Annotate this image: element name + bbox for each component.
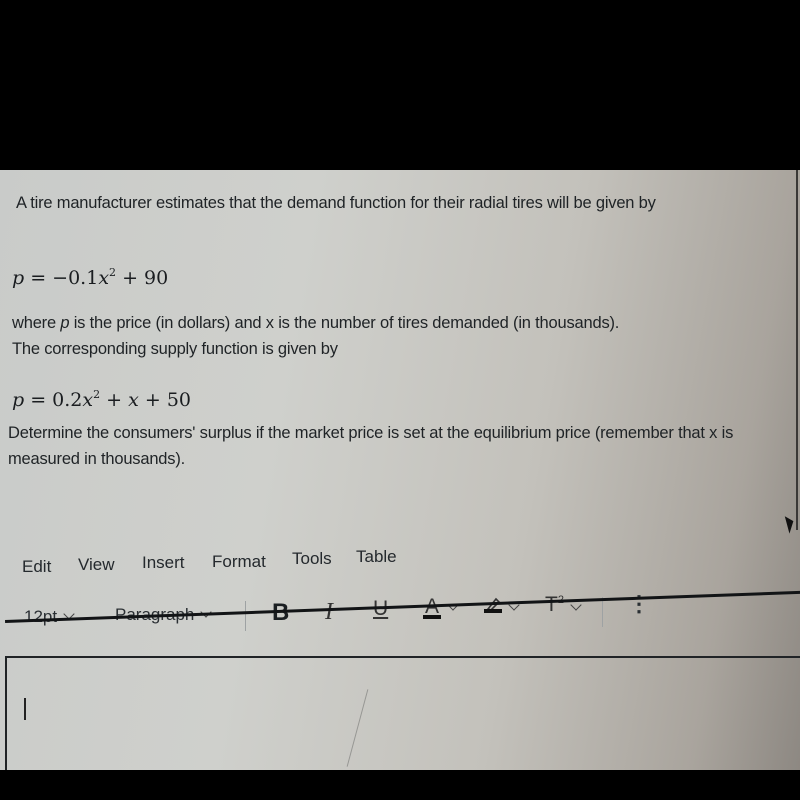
menu-tools[interactable]: Tools [292,549,332,569]
screen: A tire manufacturer estimates that the d… [0,0,800,800]
italic-icon: I [325,599,333,625]
menu-format[interactable]: Format [212,552,266,572]
quiz-page: A tire manufacturer estimates that the d… [0,170,800,770]
more-vertical-icon: ⋮ [628,591,650,616]
mouse-pointer-icon [784,514,797,534]
screen-bezel [0,770,800,800]
superscript-button[interactable]: T2 [545,593,582,617]
italic-button[interactable]: I [325,599,333,626]
menu-edit[interactable]: Edit [22,557,51,577]
answer-editor[interactable] [5,656,800,770]
toolbar-divider [602,597,603,627]
question-intro: A tire manufacturer estimates that the d… [16,194,656,212]
toolbar-divider [245,601,246,631]
font-size-value: 12pt [24,607,58,626]
menu-insert[interactable]: Insert [142,553,185,573]
menu-table[interactable]: Table [356,547,397,567]
supply-function: p = 0.2x2 + x + 50 [12,388,192,411]
page-edge [796,170,798,530]
text-caret [24,698,26,720]
superscript-icon: T2 [545,593,564,616]
more-options-button[interactable]: ⋮ [628,591,650,617]
highlight-color-swatch [484,609,502,613]
question-explanation: where p is the price (in dollars) and x … [12,314,620,358]
font-color-swatch [423,615,441,619]
question-task: Determine the consumers' surplus if the … [8,424,734,468]
screen-scratch [346,689,369,767]
menu-view[interactable]: View [78,555,115,575]
demand-function: p = −0.1x2 + 90 [12,266,169,289]
